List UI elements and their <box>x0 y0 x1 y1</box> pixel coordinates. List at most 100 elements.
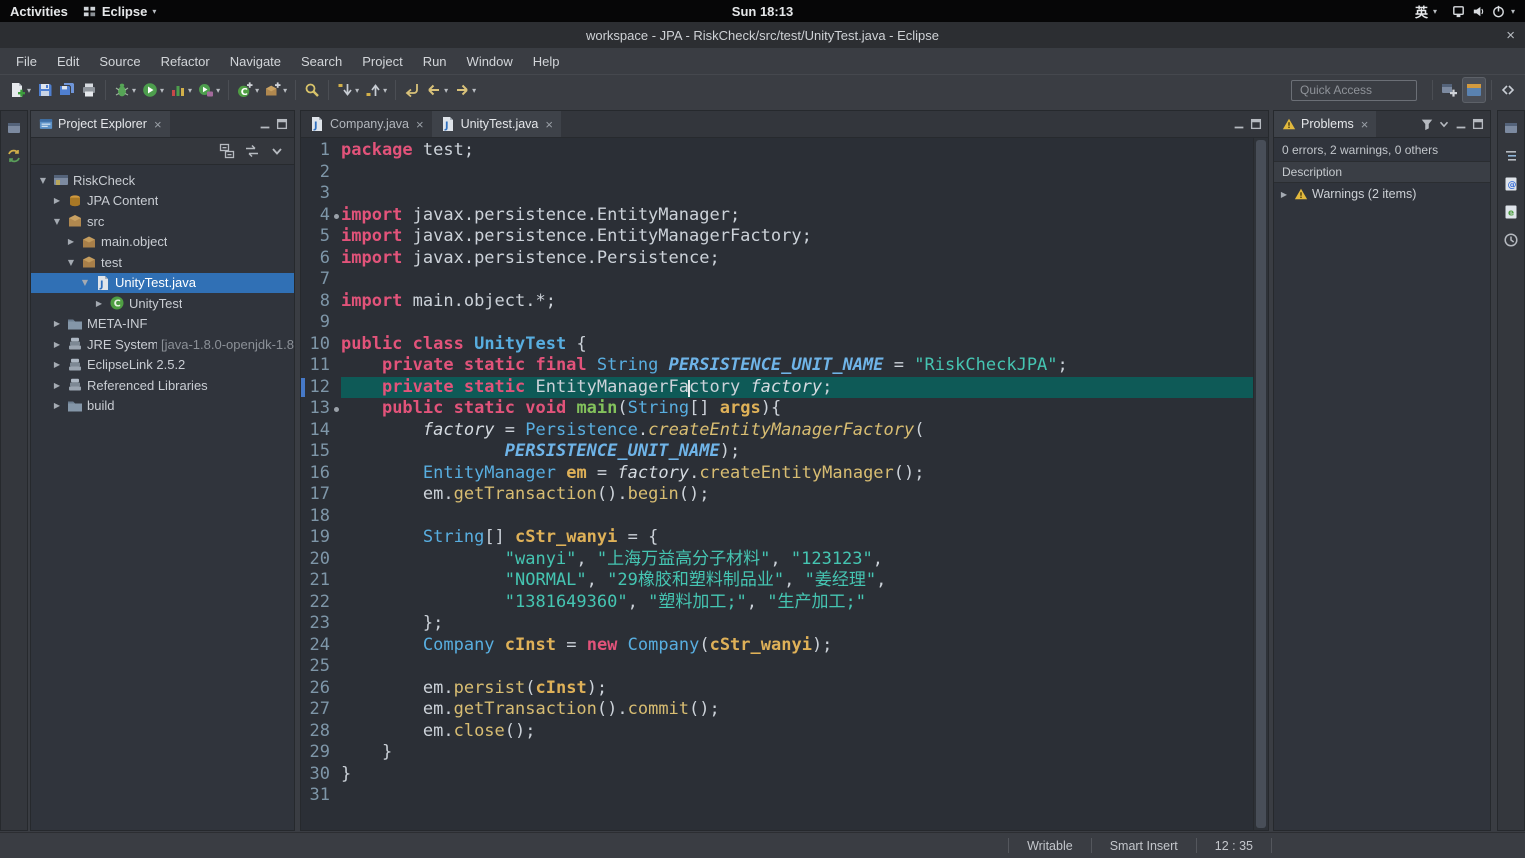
tree-item-unitytest[interactable]: ▶CUnityTest <box>31 293 294 314</box>
dropdown-arrow-icon[interactable]: ▾ <box>132 86 136 95</box>
tree-item-referenced-libraries[interactable]: ▶Referenced Libraries <box>31 375 294 396</box>
minimize-view-button[interactable] <box>258 117 272 131</box>
code-line-13[interactable]: 13 public static void main(String[] args… <box>301 398 1254 420</box>
tree-expand-icon[interactable]: ▶ <box>65 237 77 246</box>
folding-icon[interactable] <box>334 407 339 412</box>
toolbar-new-java-package-button[interactable]: ▾ <box>262 78 290 102</box>
menu-source[interactable]: Source <box>89 48 150 74</box>
tab-project-explorer[interactable]: Project Explorer × <box>31 111 170 137</box>
code-line-22[interactable]: 22 "1381649360", "塑料加工;", "生产加工;" <box>301 592 1254 614</box>
problems-column-description[interactable]: Description <box>1274 161 1490 183</box>
code-line-26[interactable]: 26 em.persist(cInst); <box>301 678 1254 700</box>
code-line-5[interactable]: 5import javax.persistence.EntityManagerF… <box>301 226 1254 248</box>
problems-group-warnings-2-items[interactable]: ▶Warnings (2 items) <box>1274 183 1490 205</box>
code-line-2[interactable]: 2 <box>301 162 1254 184</box>
code-line-16[interactable]: 16 EntityManager em = factory.createEnti… <box>301 463 1254 485</box>
code-line-12[interactable]: 12 private static EntityManagerFactory f… <box>301 377 1254 399</box>
tree-expand-icon[interactable]: ▶ <box>51 381 63 390</box>
status-insert-mode[interactable]: Smart Insert <box>1092 839 1196 853</box>
code-line-31[interactable]: 31 <box>301 785 1254 807</box>
close-tab-icon[interactable]: × <box>416 117 424 132</box>
menu-file[interactable]: File <box>6 48 47 74</box>
view-menu-button[interactable] <box>269 143 285 159</box>
tree-item-test[interactable]: ▼test <box>31 252 294 273</box>
toolbar-previous-annotation-button[interactable]: ▾ <box>362 78 390 102</box>
dropdown-arrow-icon[interactable]: ▾ <box>216 86 220 95</box>
tree-item-main-object[interactable]: ▶main.object <box>31 232 294 253</box>
editor-tab-company-java[interactable]: JCompany.java× <box>301 111 432 137</box>
maximize-view-button[interactable] <box>1471 117 1485 131</box>
activities-button[interactable]: Activities <box>10 0 68 22</box>
menu-search[interactable]: Search <box>291 48 352 74</box>
tree-item-unitytest-java[interactable]: ▼JUnityTest.java <box>31 273 294 294</box>
toolbar-debug-button[interactable]: ▾ <box>111 78 139 102</box>
code-line-14[interactable]: 14 factory = Persistence.createEntityMan… <box>301 420 1254 442</box>
javadoc-button[interactable]: @ <box>1501 175 1521 193</box>
menu-navigate[interactable]: Navigate <box>220 48 291 74</box>
code-line-11[interactable]: 11 private static final String PERSISTEN… <box>301 355 1254 377</box>
tree-expand-icon[interactable]: ▶ <box>51 340 63 349</box>
toolbar-last-edit-location-button[interactable] <box>401 78 423 102</box>
tree-item-build[interactable]: ▶build <box>31 396 294 417</box>
view-window-button[interactable] <box>4 119 24 137</box>
team-sync-button[interactable] <box>4 147 24 165</box>
menu-window[interactable]: Window <box>457 48 523 74</box>
tree-expand-icon[interactable]: ▶ <box>1278 190 1290 199</box>
maximize-view-button[interactable] <box>275 117 289 131</box>
menu-edit[interactable]: Edit <box>47 48 89 74</box>
close-tab-icon[interactable]: × <box>545 117 553 132</box>
tree-expand-icon[interactable]: ▶ <box>51 196 63 205</box>
code-line-27[interactable]: 27 em.getTransaction().commit(); <box>301 699 1254 721</box>
code-line-18[interactable]: 18 <box>301 506 1254 528</box>
code-line-4[interactable]: 4import javax.persistence.EntityManager; <box>301 205 1254 227</box>
dropdown-arrow-icon[interactable]: ▾ <box>188 86 192 95</box>
code-line-29[interactable]: 29 } <box>301 742 1254 764</box>
tree-item-riskcheck[interactable]: ▼RiskCheck <box>31 170 294 191</box>
dropdown-arrow-icon[interactable]: ▾ <box>160 86 164 95</box>
editor-body[interactable]: 1package test;234import javax.persistenc… <box>301 138 1268 830</box>
code-line-7[interactable]: 7 <box>301 269 1254 291</box>
code-line-30[interactable]: 30} <box>301 764 1254 786</box>
close-view-icon[interactable]: × <box>1361 117 1369 132</box>
close-view-icon[interactable]: × <box>154 117 162 132</box>
open-perspective-button[interactable] <box>1438 78 1460 102</box>
code-line-19[interactable]: 19 String[] cStr_wanyi = { <box>301 527 1254 549</box>
dropdown-arrow-icon[interactable]: ▾ <box>383 86 387 95</box>
dropdown-arrow-icon[interactable]: ▾ <box>355 86 359 95</box>
toolbar-save-button[interactable] <box>34 78 56 102</box>
menu-project[interactable]: Project <box>352 48 412 74</box>
menu-help[interactable]: Help <box>523 48 570 74</box>
editor-tab-unitytest-java[interactable]: JUnityTest.java× <box>432 111 561 137</box>
folding-icon[interactable] <box>334 214 339 219</box>
dropdown-arrow-icon[interactable]: ▾ <box>444 86 448 95</box>
maximize-editor-button[interactable] <box>1249 117 1263 131</box>
tree-collapse-icon[interactable]: ▼ <box>37 176 49 185</box>
code-line-17[interactable]: 17 em.getTransaction().begin(); <box>301 484 1254 506</box>
close-window-button[interactable]: × <box>1506 22 1515 48</box>
quick-access-input[interactable]: Quick Access <box>1291 80 1417 101</box>
code-line-1[interactable]: 1package test; <box>301 140 1254 162</box>
code-line-21[interactable]: 21 "NORMAL", "29橡胶和塑料制品业", "姜经理", <box>301 570 1254 592</box>
tree-collapse-icon[interactable]: ▼ <box>79 278 91 287</box>
toolbar-external-tools-button[interactable]: ▾ <box>195 78 223 102</box>
minimize-view-button[interactable] <box>1454 117 1468 131</box>
app-indicator[interactable]: Eclipse ▾ <box>82 0 157 22</box>
toolbar-new-java-class-button[interactable]: C▾ <box>234 78 262 102</box>
filter-button[interactable] <box>1420 117 1434 131</box>
jpa-perspective-button[interactable] <box>1462 77 1486 103</box>
tree-collapse-icon[interactable]: ▼ <box>51 217 63 226</box>
tree-item-jpa-content[interactable]: ▶JPA Content <box>31 191 294 212</box>
collapse-all-button[interactable] <box>219 143 235 159</box>
view-window-button[interactable] <box>1501 119 1521 137</box>
tree-expand-icon[interactable]: ▶ <box>93 299 105 308</box>
code-line-3[interactable]: 3 <box>301 183 1254 205</box>
minimize-editor-button[interactable] <box>1232 117 1246 131</box>
input-method-indicator[interactable]: 英 ▾ <box>1415 0 1437 22</box>
dropdown-arrow-icon[interactable]: ▾ <box>283 86 287 95</box>
menu-run[interactable]: Run <box>413 48 457 74</box>
system-tray[interactable]: ▾ <box>1451 0 1515 22</box>
toolbar-search-button[interactable] <box>301 78 323 102</box>
dropdown-arrow-icon[interactable]: ▾ <box>255 86 259 95</box>
code-area[interactable]: 1package test;234import javax.persistenc… <box>301 138 1254 830</box>
dropdown-arrow-icon[interactable]: ▾ <box>27 86 31 95</box>
